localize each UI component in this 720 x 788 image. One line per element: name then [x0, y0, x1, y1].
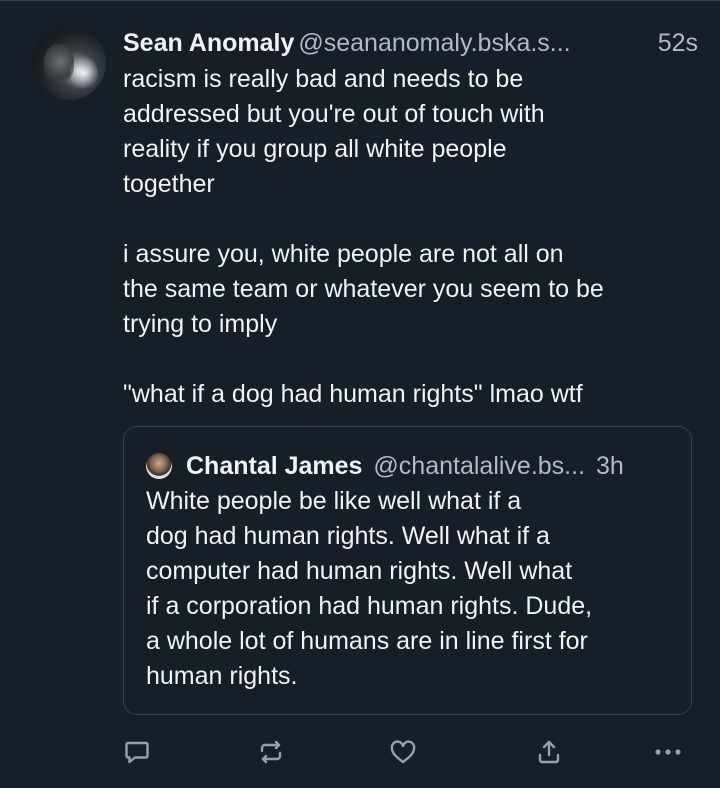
author-display-name[interactable]: Sean Anomaly	[123, 29, 294, 57]
more-options-button[interactable]	[652, 736, 684, 768]
repost-icon	[260, 740, 282, 764]
quoted-post[interactable]: Chantal James @chantalalive.bs... 3h Whi…	[123, 426, 692, 715]
quoted-post-text: White people be like well what if a dog …	[146, 487, 593, 690]
repost-button[interactable]	[255, 736, 287, 768]
share-icon	[538, 740, 560, 764]
quoted-post-timestamp: 3h	[595, 452, 624, 480]
post-header: Sean Anomaly @seananomaly.bska.s... 52s	[123, 26, 698, 60]
top-divider	[0, 0, 720, 1]
avatar-face	[44, 44, 74, 84]
more-icon	[655, 749, 681, 755]
like-button[interactable]	[387, 736, 419, 768]
like-icon	[390, 740, 416, 764]
author-avatar[interactable]	[32, 26, 106, 100]
quoted-author-handle: @chantalalive.bs...	[373, 452, 586, 480]
post-timestamp[interactable]: 52s	[651, 26, 698, 60]
avatar-highlight	[70, 56, 98, 90]
reply-button[interactable]	[121, 736, 153, 768]
quoted-author-display-name: Chantal James	[186, 452, 363, 480]
reply-icon	[125, 741, 149, 764]
quoted-post-header: Chantal James @chantalalive.bs... 3h	[186, 449, 674, 483]
post-text: racism is really bad and needs to be add…	[123, 65, 604, 408]
author-handle[interactable]: @seananomaly.bska.s...	[298, 29, 570, 57]
post-actions-bar	[0, 730, 720, 774]
share-button[interactable]	[533, 736, 565, 768]
quoted-author-avatar	[146, 453, 172, 479]
